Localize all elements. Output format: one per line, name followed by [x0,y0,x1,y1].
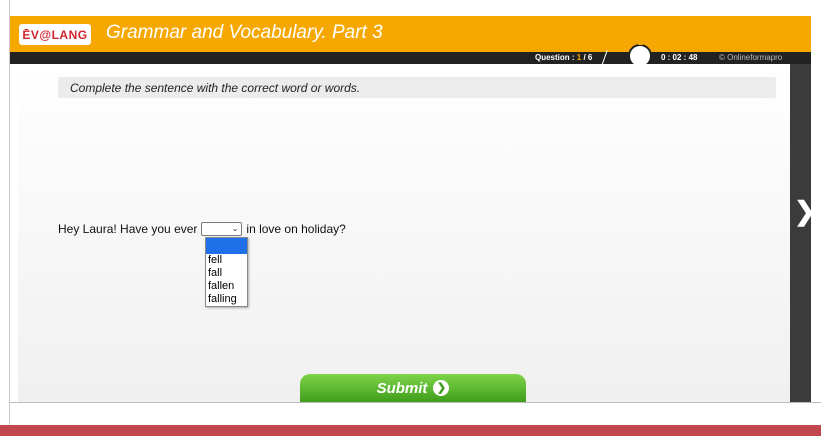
dropdown-option[interactable]: fallen [206,280,247,293]
question-prefix: Question : [535,53,577,62]
next-arrow-icon[interactable]: ❯ [794,196,816,226]
answer-select[interactable]: ⌄ [201,222,243,236]
sentence-start: Hey Laura! Have you ever [58,222,198,236]
stopwatch-knob [638,40,643,45]
dropdown-option[interactable]: fell [206,254,247,267]
sentence-end: in love on holiday? [246,222,346,236]
submit-button[interactable]: Submit ❯ [300,374,526,402]
chevron-down-icon: ⌄ [231,224,239,233]
submit-label: Submit [376,379,428,397]
page-title: Grammar and Vocabulary. Part 3 [106,22,383,43]
app-frame: ĒV@LANG Grammar and Vocabulary. Part 3 Q… [0,0,821,436]
dropdown-option[interactable] [206,238,247,254]
header-bar: ĒV@LANG Grammar and Vocabulary. Part 3 [10,16,811,52]
dropdown-option[interactable]: fall [206,267,247,280]
next-panel: ❯ [790,64,816,402]
evalang-logo: ĒV@LANG [19,24,91,45]
question-sentence: Hey Laura! Have you ever ⌄ in love on ho… [58,222,346,236]
answer-dropdown-list: fell fall fallen falling [205,237,248,307]
footer-band [0,425,821,436]
timer: 0 : 02 : 48 [661,53,698,62]
copyright: © Onlineformapro [719,53,783,62]
dropdown-option[interactable]: falling [206,293,247,306]
instruction-bar: Complete the sentence with the correct w… [58,77,776,98]
bottom-divider [10,402,821,403]
question-total: / 6 [581,53,593,62]
chevron-right-icon: ❯ [433,380,450,396]
status-bar: Question : 1 / 6 0 : 02 : 48 © Onlinefor… [10,40,811,68]
instruction-text: Complete the sentence with the correct w… [70,81,361,95]
question-area: Complete the sentence with the correct w… [18,64,790,402]
question-counter: Question : 1 / 6 [535,52,592,64]
